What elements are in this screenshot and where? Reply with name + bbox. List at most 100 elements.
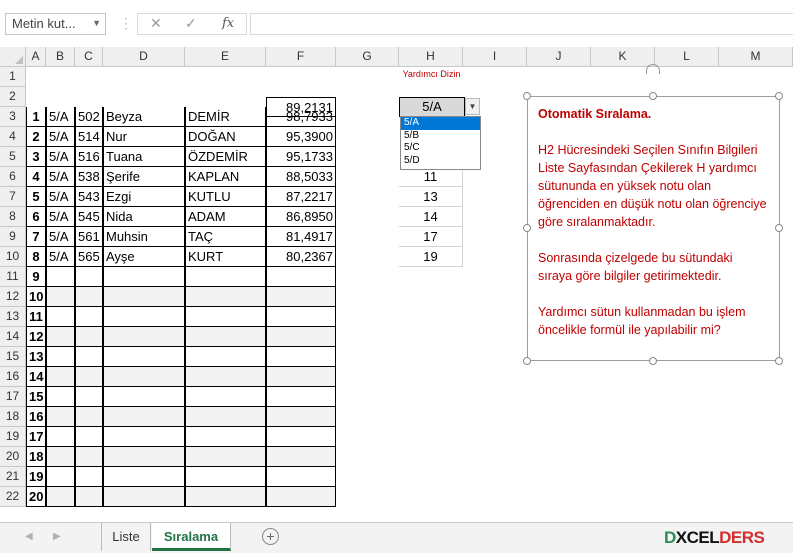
resize-handle[interactable] [775, 357, 783, 365]
table-cell-soyad[interactable]: TAÇ [185, 227, 266, 247]
table-cell-not[interactable]: 95,1733 [266, 147, 336, 167]
empty-table-cell[interactable] [46, 327, 75, 347]
table-cell-no[interactable]: 1 [26, 107, 46, 127]
table-cell-sinif[interactable]: 5/A [46, 127, 75, 147]
chevron-down-icon[interactable]: ▼ [92, 18, 101, 28]
table-cell-sinif[interactable]: 5/A [46, 187, 75, 207]
empty-table-cell[interactable] [185, 447, 266, 467]
table-cell-soyad[interactable]: KUTLU [185, 187, 266, 207]
column-header-d[interactable]: D [103, 47, 185, 67]
scroll-right-icon[interactable]: ▶ [53, 531, 61, 542]
row-header[interactable]: 10 [0, 247, 26, 267]
tab-siralama[interactable]: Sıralama [152, 523, 231, 551]
empty-table-cell[interactable] [103, 307, 185, 327]
row-header[interactable]: 17 [0, 387, 26, 407]
column-header-a[interactable]: A [26, 47, 46, 67]
empty-table-cell[interactable] [185, 467, 266, 487]
table-cell-ad[interactable]: Muhsin [103, 227, 185, 247]
table-cell-soyad[interactable]: KAPLAN [185, 167, 266, 187]
empty-table-cell[interactable] [75, 487, 103, 507]
column-header-k[interactable]: K [591, 47, 655, 67]
row-header[interactable]: 8 [0, 207, 26, 227]
row-header[interactable]: 13 [0, 307, 26, 327]
empty-table-cell[interactable] [266, 327, 336, 347]
empty-table-cell[interactable] [75, 287, 103, 307]
row-header[interactable]: 5 [0, 147, 26, 167]
table-cell-numara[interactable]: 543 [75, 187, 103, 207]
formula-input[interactable] [250, 13, 793, 35]
empty-table-cell[interactable] [266, 387, 336, 407]
row-index-cell[interactable]: 14 [26, 367, 46, 387]
row-header[interactable]: 6 [0, 167, 26, 187]
table-cell-not[interactable]: 87,2217 [266, 187, 336, 207]
table-cell-sinif[interactable]: 5/A [46, 147, 75, 167]
empty-table-cell[interactable] [75, 347, 103, 367]
helper-value-cell[interactable]: 14 [399, 207, 463, 227]
empty-table-cell[interactable] [103, 407, 185, 427]
empty-table-cell[interactable] [75, 327, 103, 347]
helper-value-cell[interactable]: 13 [399, 187, 463, 207]
resize-handle[interactable] [775, 224, 783, 232]
table-cell-no[interactable]: 8 [26, 247, 46, 267]
table-cell-ad[interactable]: Beyza [103, 107, 185, 127]
empty-table-cell[interactable] [75, 467, 103, 487]
resize-handle[interactable] [649, 92, 657, 100]
table-cell-soyad[interactable]: ADAM [185, 207, 266, 227]
table-cell-soyad[interactable]: KURT [185, 247, 266, 267]
empty-table-cell[interactable] [103, 487, 185, 507]
table-cell-no[interactable]: 5 [26, 187, 46, 207]
row-index-cell[interactable]: 19 [26, 467, 46, 487]
empty-table-cell[interactable] [266, 447, 336, 467]
row-index-cell[interactable]: 15 [26, 387, 46, 407]
table-cell-no[interactable]: 6 [26, 207, 46, 227]
empty-table-cell[interactable] [46, 367, 75, 387]
empty-table-cell[interactable] [185, 267, 266, 287]
empty-table-cell[interactable] [103, 447, 185, 467]
empty-table-cell[interactable] [185, 347, 266, 367]
column-header-e[interactable]: E [185, 47, 266, 67]
name-box[interactable]: Metin kut... ▼ [5, 13, 106, 35]
table-cell-sinif[interactable]: 5/A [46, 247, 75, 267]
table-cell-numara[interactable]: 565 [75, 247, 103, 267]
table-cell-sinif[interactable]: 5/A [46, 207, 75, 227]
empty-table-cell[interactable] [75, 307, 103, 327]
table-cell-ad[interactable]: Tuana [103, 147, 185, 167]
resize-handle[interactable] [523, 357, 531, 365]
table-cell-numara[interactable]: 538 [75, 167, 103, 187]
table-cell-ad[interactable]: Ezgi [103, 187, 185, 207]
empty-table-cell[interactable] [185, 287, 266, 307]
empty-table-cell[interactable] [46, 447, 75, 467]
row-header[interactable]: 15 [0, 347, 26, 367]
helper-value-cell[interactable]: 19 [399, 247, 463, 267]
table-cell-ad[interactable]: Nida [103, 207, 185, 227]
table-cell-no[interactable]: 2 [26, 127, 46, 147]
table-cell-ad[interactable]: Ayşe [103, 247, 185, 267]
row-header[interactable]: 1 [0, 67, 26, 87]
empty-table-cell[interactable] [46, 267, 75, 287]
empty-table-cell[interactable] [75, 407, 103, 427]
column-header-m[interactable]: M [719, 47, 793, 67]
helper-value-cell[interactable]: 11 [399, 167, 463, 187]
empty-table-cell[interactable] [266, 287, 336, 307]
dropdown-option[interactable]: 5/A [401, 117, 480, 130]
table-cell-not[interactable]: 88,5033 [266, 167, 336, 187]
dropdown-arrow-icon[interactable]: ▼ [465, 98, 480, 115]
empty-table-cell[interactable] [46, 387, 75, 407]
table-cell-not[interactable]: 86,8950 [266, 207, 336, 227]
empty-table-cell[interactable] [266, 267, 336, 287]
dropdown-option[interactable]: 5/C [401, 142, 480, 155]
row-header[interactable]: 7 [0, 187, 26, 207]
row-header[interactable]: 19 [0, 427, 26, 447]
empty-table-cell[interactable] [103, 427, 185, 447]
empty-table-cell[interactable] [75, 447, 103, 467]
row-header[interactable]: 20 [0, 447, 26, 467]
row-header[interactable]: 3 [0, 107, 26, 127]
empty-table-cell[interactable] [75, 427, 103, 447]
empty-table-cell[interactable] [75, 267, 103, 287]
row-index-cell[interactable]: 17 [26, 427, 46, 447]
cell-f2[interactable]: 89,2131 [266, 97, 336, 117]
resize-handle[interactable] [523, 92, 531, 100]
column-header-j[interactable]: J [527, 47, 591, 67]
empty-table-cell[interactable] [266, 307, 336, 327]
select-all-button[interactable] [0, 47, 26, 67]
